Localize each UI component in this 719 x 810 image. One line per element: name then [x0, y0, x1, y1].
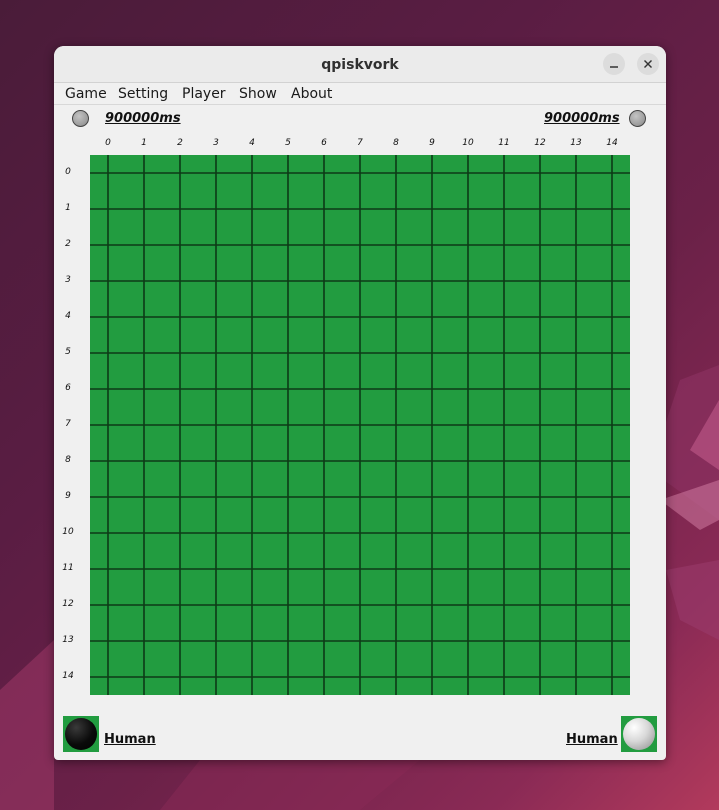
menu-bar: Game Setting Player Show About	[54, 83, 666, 105]
left-turn-indicator	[72, 110, 89, 127]
column-label: 5	[285, 138, 291, 148]
column-label: 8	[393, 138, 399, 148]
row-label: 13	[62, 635, 74, 645]
column-label: 14	[606, 138, 618, 148]
column-label: 3	[213, 138, 219, 148]
column-label: 10	[462, 138, 474, 148]
left-player-stone	[63, 716, 99, 752]
row-label: 6	[65, 383, 71, 393]
close-button[interactable]	[637, 53, 659, 75]
row-label: 1	[65, 203, 71, 213]
game-board[interactable]	[90, 155, 630, 695]
app-window: qpiskvork Game Setting Player Show About…	[54, 46, 666, 760]
row-label: 7	[65, 419, 71, 429]
white-stone-icon	[623, 718, 655, 750]
menu-setting[interactable]: Setting	[118, 84, 168, 104]
menu-player[interactable]: Player	[182, 84, 226, 104]
row-label: 5	[65, 347, 71, 357]
window-title: qpiskvork	[321, 57, 399, 73]
black-stone-icon	[65, 718, 97, 750]
row-label: 9	[65, 491, 71, 501]
minimize-button[interactable]	[603, 53, 625, 75]
minimize-icon	[610, 66, 618, 68]
column-label: 12	[534, 138, 546, 148]
menu-about[interactable]: About	[291, 84, 332, 104]
row-label: 11	[62, 563, 74, 573]
row-label: 3	[65, 275, 71, 285]
right-player-name[interactable]: Human	[566, 732, 618, 747]
left-player-name[interactable]: Human	[104, 732, 156, 747]
column-label: 13	[570, 138, 582, 148]
right-player-stone	[621, 716, 657, 752]
row-label: 8	[65, 455, 71, 465]
column-label: 9	[429, 138, 435, 148]
board-grid	[90, 155, 630, 695]
column-label: 4	[249, 138, 255, 148]
column-label: 2	[177, 138, 183, 148]
column-label: 11	[498, 138, 510, 148]
column-label: 1	[141, 138, 147, 148]
close-icon	[644, 60, 652, 68]
row-label: 4	[65, 311, 71, 321]
row-label: 12	[62, 599, 74, 609]
row-label: 14	[62, 671, 74, 681]
column-label: 6	[321, 138, 327, 148]
menu-show[interactable]: Show	[239, 84, 277, 104]
left-timer: 900000ms	[105, 111, 181, 126]
column-label: 0	[105, 138, 111, 148]
column-label: 7	[357, 138, 363, 148]
row-label: 10	[62, 527, 74, 537]
right-timer: 900000ms	[544, 111, 620, 126]
row-label: 2	[65, 239, 71, 249]
right-turn-indicator	[629, 110, 646, 127]
row-label: 0	[65, 167, 71, 177]
title-bar[interactable]: qpiskvork	[54, 46, 666, 83]
menu-game[interactable]: Game	[65, 84, 107, 104]
